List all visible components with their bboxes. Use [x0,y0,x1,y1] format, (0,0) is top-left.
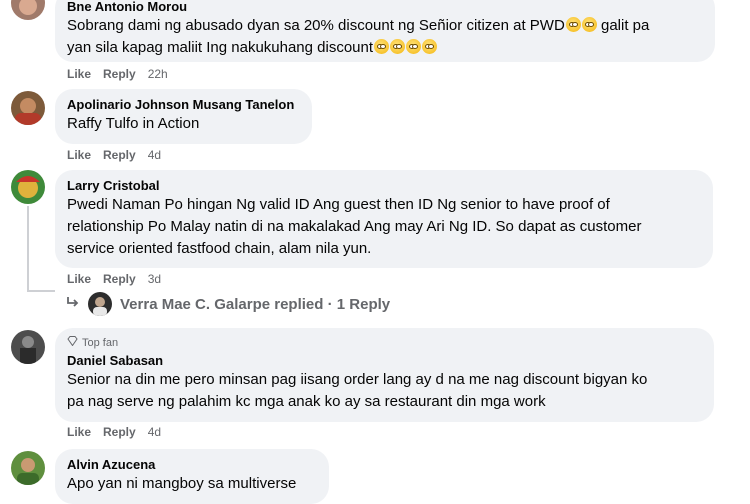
avatar[interactable] [11,170,45,204]
face-with-rolling-eyes-icon [390,39,406,54]
comment-timestamp[interactable]: 4d [148,425,161,439]
avatar[interactable] [11,330,45,364]
comment-actions: Like Reply 4d [67,425,161,439]
comment-actions: Like Reply 3d [67,272,161,286]
comment-text-line: Sobrang dami ng abusado dyan sa 20% disc… [67,17,565,34]
comment-text-line: Senior na din me pero minsan pag iisang … [67,371,648,388]
reply-button[interactable]: Reply [103,272,136,286]
comment-actions: Like Reply 4d [67,148,161,162]
comment-author[interactable]: Daniel Sabasan [67,353,702,369]
view-replies-link[interactable]: Verra Mae C. Galarpe replied · 1 Reply [66,292,390,316]
comment-timestamp[interactable]: 4d [148,148,161,162]
like-button[interactable]: Like [67,272,91,286]
like-button[interactable]: Like [67,148,91,162]
comment-text: Raffy Tulfo in Action [67,115,200,132]
comment-bubble: Larry Cristobal Pwedi Naman Po hingan Ng… [55,170,713,268]
top-fan-label: Top fan [82,336,119,349]
diamond-icon [67,336,78,350]
replies-text: Verra Mae C. Galarpe replied · 1 Reply [120,295,391,313]
comment-text-line: galit pa [600,17,650,34]
comment-author[interactable]: Larry Cristobal [67,178,701,194]
like-button[interactable]: Like [67,425,91,439]
comment-author[interactable]: Bne Antonio Morou [67,0,703,15]
comment-actions: Like Reply 22h [67,67,168,81]
comment-text: Apo yan ni mangboy sa multiverse [67,475,297,492]
comment-text-line: Pwedi Naman Po hingan Ng valid ID Ang gu… [67,196,610,213]
comment-bubble: Bne Antonio Morou Sobrang dami ng abusad… [55,0,715,62]
comment-timestamp[interactable]: 3d [148,272,161,286]
thread-line [27,290,55,292]
comment-text-line: pa nag serve ng palahim kc mga anak ko a… [67,393,546,410]
comment-text: Sobrang dami ng abusado dyan sa 20% disc… [67,15,703,59]
comment-text-line: yan sila kapag maliit Ing nakukuhang dis… [67,39,374,56]
face-with-rolling-eyes-icon [374,39,390,54]
comment-author[interactable]: Apolinario Johnson Musang Tanelon [67,97,300,113]
comment-bubble: Alvin Azucena Apo yan ni mangboy sa mult… [55,449,329,504]
reply-arrow-icon [66,295,80,313]
comment-timestamp[interactable]: 22h [148,67,168,81]
comment-author[interactable]: Alvin Azucena [67,457,317,473]
avatar[interactable] [11,451,45,485]
face-with-rolling-eyes-icon [581,17,597,32]
thread-line [27,206,29,292]
avatar[interactable] [11,0,45,20]
face-with-rolling-eyes-icon [422,39,438,54]
avatar[interactable] [11,91,45,125]
face-with-rolling-eyes-icon [565,17,581,32]
reply-button[interactable]: Reply [103,425,136,439]
top-fan-badge: Top fan [67,336,702,350]
like-button[interactable]: Like [67,67,91,81]
reply-button[interactable]: Reply [103,67,136,81]
comment-text-line: service oriented fastfood chain, alam ni… [67,240,372,257]
face-with-rolling-eyes-icon [406,39,422,54]
comment-bubble: Apolinario Johnson Musang Tanelon Raffy … [55,89,312,144]
avatar [88,292,112,316]
reply-button[interactable]: Reply [103,148,136,162]
comment-text-line: relationship Po Malay natin di na makala… [67,218,642,235]
comment-bubble: Top fan Daniel Sabasan Senior na din me … [55,328,714,422]
